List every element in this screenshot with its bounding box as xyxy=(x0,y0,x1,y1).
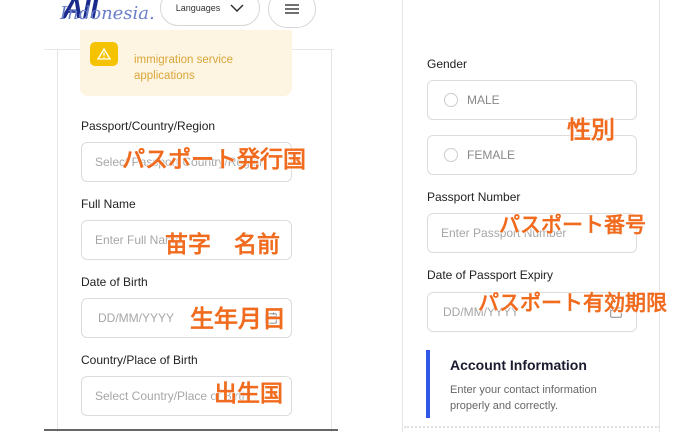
birth-country-label: Country/Place of Birth xyxy=(81,353,198,367)
language-selector-label: Languages xyxy=(175,3,221,13)
full-name-label: Full Name xyxy=(81,197,136,211)
chevron-down-icon xyxy=(230,4,244,12)
annotation-passport-country: パスポート発行国 xyxy=(122,147,306,173)
language-selector-button[interactable]: Languages xyxy=(160,0,260,26)
annotation-dob: 生年月日 xyxy=(190,305,286,333)
radio-circle-icon[interactable] xyxy=(444,93,458,107)
left-panel-bottom-border xyxy=(44,429,338,431)
hamburger-menu-button[interactable] xyxy=(268,0,316,28)
account-info-title: Account Information xyxy=(450,357,587,373)
site-logo-subtitle: Indonesia. xyxy=(60,3,155,24)
annotation-birth-country: 出生国 xyxy=(214,381,283,407)
gender-option-male-label: MALE xyxy=(467,93,500,107)
account-info-accent-bar xyxy=(426,350,430,418)
right-panel-bottom-border xyxy=(404,426,660,432)
immigration-notice: immigration service applications xyxy=(80,30,292,96)
gender-label: Gender xyxy=(427,57,468,71)
passport-number-label: Passport Number xyxy=(427,190,521,204)
annotation-passport-number: パスポート番号 xyxy=(499,213,646,237)
account-info-description: Enter your contact information properly … xyxy=(450,384,597,412)
warning-icon xyxy=(90,42,118,66)
dob-placeholder: DD/MM/YYYY xyxy=(98,311,175,325)
annotation-full-name: 苗字 名前 xyxy=(165,232,280,258)
gender-option-female-label: FEMALE xyxy=(467,148,516,162)
annotation-gender: 性別 xyxy=(567,116,615,144)
notice-text: immigration service applications xyxy=(134,52,233,84)
passport-expiry-label: Date of Passport Expiry xyxy=(427,268,554,282)
notice-line-2: applications xyxy=(134,70,195,82)
dob-label: Date of Birth xyxy=(81,275,148,289)
notice-line-1: immigration service xyxy=(134,54,234,66)
radio-circle-icon[interactable] xyxy=(444,148,458,162)
passport-country-label: Passport/Country/Region xyxy=(81,119,216,133)
hamburger-icon xyxy=(285,4,299,14)
annotation-passport-expiry: パスポート有効期限 xyxy=(478,291,667,315)
